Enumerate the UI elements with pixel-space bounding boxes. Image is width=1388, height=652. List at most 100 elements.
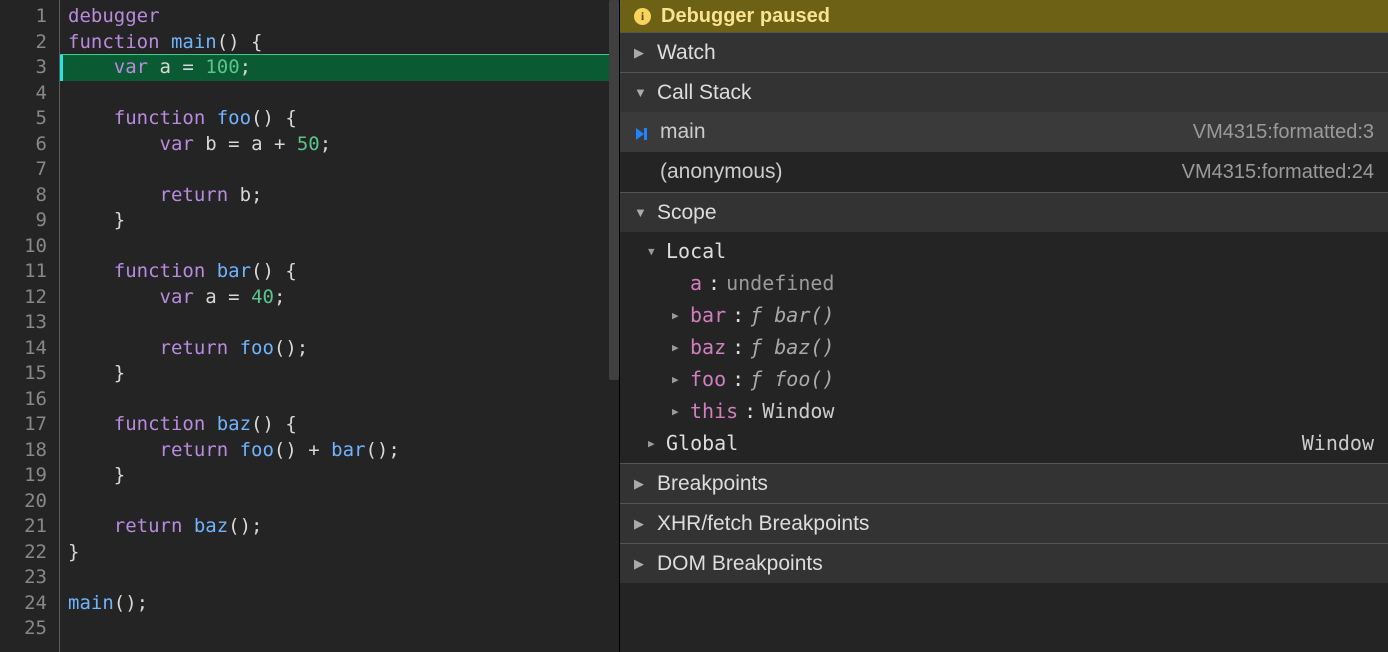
code-line[interactable]: } (60, 540, 619, 566)
callstack-list: mainVM4315:formatted:3(anonymous)VM4315:… (620, 112, 1388, 192)
variable-name: a (690, 271, 702, 295)
code-line[interactable]: function foo() { (60, 106, 619, 132)
chevron-right-icon (672, 373, 684, 386)
line-number: 8 (0, 183, 59, 209)
current-frame-arrow-icon (634, 124, 650, 140)
section-scope[interactable]: Scope (620, 192, 1388, 232)
section-label: Scope (657, 201, 717, 225)
section-watch[interactable]: Watch (620, 32, 1388, 72)
callstack-frame[interactable]: (anonymous)VM4315:formatted:24 (620, 152, 1388, 192)
code-line[interactable]: var a = 100; (60, 55, 619, 81)
code-line[interactable]: function bar() { (60, 259, 619, 285)
chevron-right-icon (634, 556, 647, 572)
frame-name: (anonymous) (660, 160, 783, 184)
scope-variable[interactable]: this: Window (620, 395, 1388, 427)
code-editor[interactable]: 1234567891011121314151617181920212223242… (0, 0, 620, 652)
variable-name: foo (690, 367, 726, 391)
variable-value: Window (762, 399, 834, 423)
chevron-right-icon (634, 45, 647, 61)
line-number: 10 (0, 234, 59, 260)
section-label: XHR/fetch Breakpoints (657, 512, 869, 536)
line-number: 11 (0, 259, 59, 285)
line-number: 7 (0, 157, 59, 183)
section-breakpoints[interactable]: Breakpoints (620, 463, 1388, 503)
line-number: 20 (0, 489, 59, 515)
code-line[interactable]: return baz(); (60, 514, 619, 540)
code-line[interactable]: } (60, 361, 619, 387)
variable-value: ƒ baz() (750, 335, 834, 359)
section-label: Watch (657, 41, 716, 65)
line-number: 9 (0, 208, 59, 234)
code-line[interactable]: } (60, 208, 619, 234)
line-number: 12 (0, 285, 59, 311)
status-message: Debugger paused (661, 5, 830, 28)
chevron-right-icon (648, 437, 660, 450)
scope-variable[interactable]: a: undefined (620, 267, 1388, 299)
scope-variable[interactable]: baz: ƒ baz() (620, 331, 1388, 363)
debugger-pane: i Debugger paused Watch Call Stack mainV… (620, 0, 1388, 652)
line-number: 6 (0, 132, 59, 158)
scope-variable[interactable]: foo: ƒ foo() (620, 363, 1388, 395)
code-line[interactable]: main(); (60, 591, 619, 617)
chevron-right-icon (672, 341, 684, 354)
scope-body: Local a: undefinedbar: ƒ bar()baz: ƒ baz… (620, 232, 1388, 463)
code-line[interactable]: debugger (60, 4, 619, 30)
code-line[interactable]: function baz() { (60, 412, 619, 438)
line-number: 18 (0, 438, 59, 464)
line-number: 16 (0, 387, 59, 413)
scope-variable[interactable]: bar: ƒ bar() (620, 299, 1388, 331)
code-line[interactable]: return b; (60, 183, 619, 209)
section-label: Call Stack (657, 81, 752, 105)
section-xhr-breakpoints[interactable]: XHR/fetch Breakpoints (620, 503, 1388, 543)
line-number: 25 (0, 616, 59, 642)
line-number: 19 (0, 463, 59, 489)
line-number: 24 (0, 591, 59, 617)
section-label: Breakpoints (657, 472, 768, 496)
code-line[interactable] (60, 81, 619, 107)
code-line[interactable]: var a = 40; (60, 285, 619, 311)
line-number: 15 (0, 361, 59, 387)
code-line[interactable] (60, 387, 619, 413)
chevron-down-icon (634, 205, 647, 220)
chevron-right-icon (672, 405, 684, 418)
line-number: 17 (0, 412, 59, 438)
line-number: 3 (0, 55, 59, 81)
line-number: 13 (0, 310, 59, 336)
code-line[interactable] (60, 616, 619, 642)
code-line[interactable] (60, 489, 619, 515)
code-line[interactable]: return foo() + bar(); (60, 438, 619, 464)
scrollbar[interactable] (609, 0, 619, 380)
code-line[interactable] (60, 565, 619, 591)
code-line[interactable] (60, 157, 619, 183)
chevron-down-icon (634, 85, 647, 100)
code-line[interactable]: var b = a + 50; (60, 132, 619, 158)
line-number-gutter: 1234567891011121314151617181920212223242… (0, 0, 60, 652)
code-line[interactable] (60, 310, 619, 336)
chevron-down-icon (648, 245, 660, 258)
chevron-right-icon (634, 476, 647, 492)
line-number: 4 (0, 81, 59, 107)
variable-value: ƒ foo() (750, 367, 834, 391)
code-area[interactable]: debuggerfunction main() { var a = 100; f… (60, 0, 619, 652)
scope-global-label: Global (666, 431, 738, 455)
line-number: 1 (0, 4, 59, 30)
section-callstack[interactable]: Call Stack (620, 72, 1388, 112)
section-dom-breakpoints[interactable]: DOM Breakpoints (620, 543, 1388, 583)
line-number: 5 (0, 106, 59, 132)
code-line[interactable]: function main() { (60, 30, 619, 56)
scope-local-label: Local (666, 239, 726, 263)
line-number: 23 (0, 565, 59, 591)
scope-local-header[interactable]: Local (620, 235, 1388, 267)
code-line[interactable] (60, 234, 619, 260)
callstack-frame[interactable]: mainVM4315:formatted:3 (620, 112, 1388, 152)
line-number: 22 (0, 540, 59, 566)
code-line[interactable]: return foo(); (60, 336, 619, 362)
scope-global-header[interactable]: Global Window (620, 427, 1388, 459)
variable-name: baz (690, 335, 726, 359)
variable-name: this (690, 399, 738, 423)
variable-value: ƒ bar() (750, 303, 834, 327)
variable-value: undefined (726, 271, 834, 295)
line-number: 2 (0, 30, 59, 56)
code-line[interactable]: } (60, 463, 619, 489)
current-frame-arrow-icon (634, 164, 650, 180)
